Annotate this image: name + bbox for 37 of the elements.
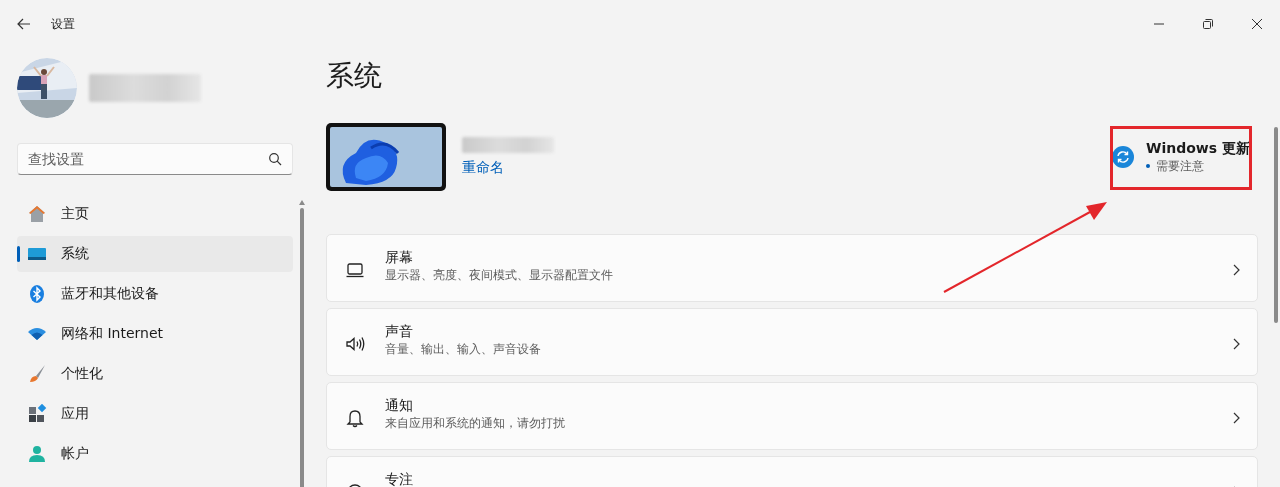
- nav-item[interactable]: 蓝牙和其他设备: [17, 276, 293, 312]
- search-icon: [268, 152, 282, 166]
- speaker-icon: [345, 334, 365, 354]
- nav-item[interactable]: 个性化: [17, 356, 293, 392]
- bluetooth-icon: [27, 284, 47, 304]
- status-dot: [1146, 164, 1150, 168]
- update-title[interactable]: Windows 更新: [1146, 139, 1250, 158]
- brush-icon: [27, 364, 47, 384]
- nav-item[interactable]: 网络和 Internet: [17, 316, 293, 352]
- chevron-icon: [1231, 264, 1241, 276]
- page-title: 系统: [326, 58, 383, 94]
- settings-row[interactable]: 专注: [326, 456, 1258, 487]
- nav-item[interactable]: 主页: [17, 196, 293, 232]
- nav-item[interactable]: 应用: [17, 396, 293, 432]
- scrollbar[interactable]: [299, 200, 305, 487]
- settings-row[interactable]: 声音 音量、输出、输入、声音设备: [326, 308, 1258, 376]
- person-icon: [27, 444, 47, 464]
- restore-icon: [1202, 18, 1214, 30]
- apps-icon: [27, 404, 47, 424]
- bell-icon: [345, 408, 365, 428]
- sync-icon: [1112, 146, 1134, 168]
- rename-link[interactable]: 重命名: [462, 159, 554, 177]
- scroll-up-icon[interactable]: [299, 200, 305, 205]
- laptop-icon: [345, 260, 365, 280]
- home-icon: [27, 204, 47, 224]
- window-title: 设置: [51, 15, 75, 33]
- search-field[interactable]: 查找设置: [17, 143, 293, 175]
- chevron-icon: [1231, 338, 1241, 350]
- back-icon[interactable]: [16, 16, 32, 32]
- scrollbar[interactable]: [1274, 127, 1278, 323]
- close-icon: [1251, 18, 1263, 30]
- settings-row[interactable]: 屏幕 显示器、亮度、夜间模式、显示器配置文件: [326, 234, 1258, 302]
- chevron-icon: [1231, 412, 1241, 424]
- update-status: 需要注意: [1156, 157, 1204, 175]
- nav-item[interactable]: 系统: [17, 236, 293, 272]
- nav-item[interactable]: 帐户: [17, 436, 293, 472]
- settings-row[interactable]: 通知 来自应用和系统的通知，请勿打扰: [326, 382, 1258, 450]
